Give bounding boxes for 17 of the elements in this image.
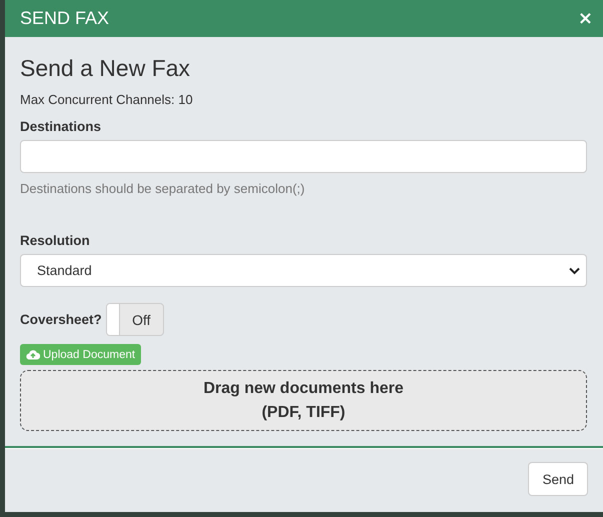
- cloud-upload-icon: [26, 349, 40, 360]
- drop-zone-text: (PDF, TIFF): [262, 402, 346, 422]
- close-button[interactable]: ×: [576, 8, 595, 29]
- resolution-select[interactable]: Standard: [20, 254, 587, 287]
- drop-zone[interactable]: Drag new documents here (PDF, TIFF): [20, 370, 587, 431]
- coversheet-label: Coversheet?: [20, 312, 102, 327]
- chevron-down-icon: [569, 266, 580, 274]
- send-button[interactable]: Send: [528, 462, 588, 496]
- coversheet-toggle[interactable]: Off: [106, 303, 164, 336]
- field-label: Resolution: [20, 233, 91, 248]
- drop-zone-text: Drag new documents here: [203, 378, 404, 398]
- field-label: Destinations: [20, 119, 102, 134]
- form-heading: Send a New Fax: [20, 55, 192, 82]
- channels-info: Max Concurrent Channels: 10: [20, 92, 194, 107]
- help-text: Destinations should be separated by semicolon(;): [20, 181, 306, 196]
- dialog-title: SEND FAX: [20, 8, 110, 29]
- destinations-field[interactable]: [20, 140, 587, 173]
